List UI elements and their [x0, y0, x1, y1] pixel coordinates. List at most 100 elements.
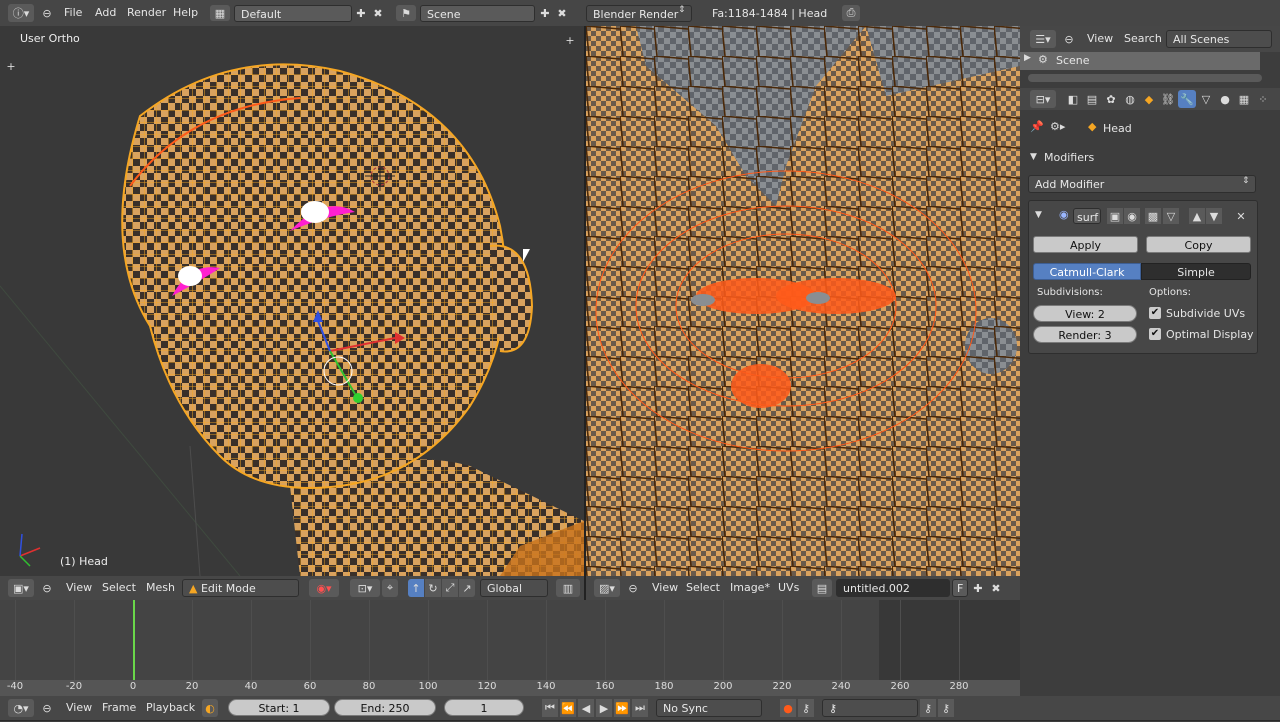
remove-scene-icon[interactable]: ✖ — [554, 5, 570, 21]
auto-keyframe-icon[interactable]: ● — [780, 699, 796, 717]
orientation-selector[interactable]: Global — [480, 579, 548, 597]
pivot-point-icon[interactable]: ⊡▾ — [350, 579, 380, 597]
render-layers-tab-icon[interactable]: ▤ — [1083, 90, 1101, 108]
menu-help[interactable]: Help — [173, 0, 198, 26]
jump-end-icon[interactable]: ⏭ — [632, 699, 648, 717]
constraints-tab-icon[interactable]: ⛓ — [1159, 90, 1177, 108]
sync-mode-selector[interactable]: No Sync — [656, 699, 762, 717]
data-tab-icon[interactable]: ▽ — [1197, 90, 1215, 108]
render-levels-stepper[interactable]: Render: 3 — [1033, 326, 1137, 343]
catmull-clark-tab[interactable]: Catmull-Clark — [1033, 263, 1141, 280]
uv-editor[interactable] — [586, 26, 1020, 576]
pin-icon[interactable]: 📌 — [1030, 120, 1044, 133]
properties-type-icon[interactable]: ⊟▾ — [1030, 90, 1056, 108]
outliner-row[interactable]: ▶ ⚙ Scene — [1020, 52, 1260, 70]
jump-prev-keyframe-icon[interactable]: ⏪ — [560, 699, 576, 717]
toolshelf-toggle-icon[interactable]: + — [5, 60, 17, 73]
viewport-corner-plus-icon[interactable]: + — [564, 34, 576, 47]
jump-start-icon[interactable]: ⏮ — [542, 699, 558, 717]
apply-button[interactable]: Apply — [1033, 236, 1138, 253]
view-levels-stepper[interactable]: View: 2 — [1033, 305, 1137, 322]
panel-collapse-icon[interactable]: ▼ — [1030, 152, 1037, 162]
move-up-icon[interactable]: ▲ — [1189, 208, 1205, 224]
viewport-3d[interactable]: User Ortho + + (1) Head — [0, 26, 584, 576]
menu-render[interactable]: Render — [127, 0, 166, 26]
menu-select-3d[interactable]: Select — [102, 576, 136, 602]
manipulator-all-icon[interactable]: ↗ — [459, 579, 475, 597]
translate-icon[interactable]: ↑ — [408, 579, 424, 597]
menu-frame[interactable]: Frame — [102, 696, 136, 722]
start-frame-field[interactable]: Start: 1 — [228, 699, 330, 716]
editor-type-icon[interactable]: ▣▾ — [8, 579, 34, 597]
simple-tab[interactable]: Simple — [1141, 263, 1251, 280]
current-frame-marker[interactable] — [133, 600, 135, 682]
preview-range-icon[interactable]: ◐ — [202, 699, 218, 717]
copy-button[interactable]: Copy — [1146, 236, 1251, 253]
remove-modifier-icon[interactable]: ✕ — [1233, 208, 1249, 224]
layers-icon[interactable]: ▥ — [556, 579, 580, 597]
scene-selector[interactable]: Scene — [420, 5, 535, 22]
menu-uvs[interactable]: UVs — [778, 576, 799, 602]
image-browse-icon[interactable]: ▤ — [812, 579, 832, 597]
remove-layout-icon[interactable]: ✖ — [370, 5, 386, 21]
move-down-icon[interactable]: ▼ — [1206, 208, 1222, 224]
menu-search-outliner[interactable]: Search — [1124, 26, 1162, 52]
menu-view-uv[interactable]: View — [652, 576, 678, 602]
menu-file[interactable]: File — [64, 0, 82, 26]
menu-image[interactable]: Image* — [730, 576, 770, 602]
uv-editor-type-icon[interactable]: ▨▾ — [594, 579, 620, 597]
collapse-menu-icon-timeline[interactable]: ⊖ — [40, 699, 54, 717]
expand-icon[interactable]: ▶ — [1024, 53, 1031, 63]
object-tab-icon[interactable]: ◆ — [1140, 90, 1158, 108]
outliner-scrollbar[interactable] — [1028, 74, 1262, 82]
modifier-name-field[interactable]: surf — [1073, 208, 1101, 224]
modifiers-tab-icon[interactable]: 🔧 — [1178, 90, 1196, 108]
menu-view-3d[interactable]: View — [66, 576, 92, 602]
scale-icon[interactable]: ⤢ — [442, 579, 458, 597]
render-tab-icon[interactable]: ◧ — [1064, 90, 1082, 108]
keying-set-icon[interactable]: ⚷ — [798, 699, 814, 717]
current-frame-field[interactable]: 1 — [444, 699, 524, 716]
fake-user-button[interactable]: F — [952, 579, 968, 597]
add-scene-icon[interactable]: ✚ — [537, 5, 553, 21]
modifier-expand-icon[interactable]: ▼ — [1035, 210, 1042, 220]
outliner-filter-selector[interactable]: All Scenes — [1166, 30, 1272, 48]
subdivide-uvs-checkbox[interactable]: ✔ — [1149, 307, 1161, 319]
collapse-menu-icon-uv[interactable]: ⊖ — [626, 579, 640, 597]
menu-view-outliner[interactable]: View — [1087, 26, 1113, 52]
collapse-menu-icon-outliner[interactable]: ⊖ — [1062, 30, 1076, 48]
optimal-display-checkbox[interactable]: ✔ — [1149, 328, 1161, 340]
keying-set-field[interactable]: ⚷ — [822, 699, 918, 717]
outliner-scene-item[interactable]: Scene — [1056, 54, 1090, 67]
scene-tab-icon[interactable]: ✿ — [1102, 90, 1120, 108]
show-viewport-icon[interactable]: ◉ — [1124, 208, 1140, 224]
image-name-field[interactable]: untitled.002 — [836, 579, 950, 597]
show-render-icon[interactable]: ▣ — [1107, 208, 1123, 224]
insert-keyframe-icon[interactable]: ⚷ — [920, 699, 936, 717]
layout-selector[interactable]: Default — [234, 5, 352, 22]
info-editor-icon[interactable]: ⓘ▾ — [8, 4, 34, 22]
add-layout-icon[interactable]: ✚ — [353, 5, 369, 21]
scene-icon[interactable]: ⚑ — [396, 5, 416, 21]
viewport-shading-icon[interactable]: ◉▾ — [309, 579, 339, 597]
menu-view-timeline[interactable]: View — [66, 696, 92, 722]
play-icon[interactable]: ▶ — [596, 699, 612, 717]
menu-add[interactable]: Add — [95, 0, 116, 26]
screen-layout-icon[interactable]: ▦ — [210, 5, 230, 21]
material-tab-icon[interactable]: ● — [1216, 90, 1234, 108]
end-frame-field[interactable]: End: 250 — [334, 699, 436, 716]
render-icon[interactable]: ⎙ — [842, 5, 860, 21]
world-tab-icon[interactable]: ◍ — [1121, 90, 1139, 108]
menu-select-uv[interactable]: Select — [686, 576, 720, 602]
timeline-area[interactable]: -40 -20 0 20 40 60 80 100 120 140 160 180 200 220 240 2… — [0, 600, 1020, 696]
mode-selector[interactable]: ▲ Edit Mode — [182, 579, 299, 597]
add-modifier-dropdown[interactable]: Add Modifier — [1028, 175, 1256, 193]
unlink-image-icon[interactable]: ✖ — [988, 579, 1004, 597]
render-engine-selector[interactable]: Blender Render — [586, 5, 692, 22]
menu-playback[interactable]: Playback — [146, 696, 195, 722]
collapse-menu-icon[interactable]: ⊖ — [40, 4, 54, 22]
new-image-icon[interactable]: ✚ — [970, 579, 986, 597]
show-editmode-icon[interactable]: ▩ — [1145, 208, 1161, 224]
texture-tab-icon[interactable]: ▦ — [1235, 90, 1253, 108]
outliner-type-icon[interactable]: ☰▾ — [1030, 30, 1056, 48]
